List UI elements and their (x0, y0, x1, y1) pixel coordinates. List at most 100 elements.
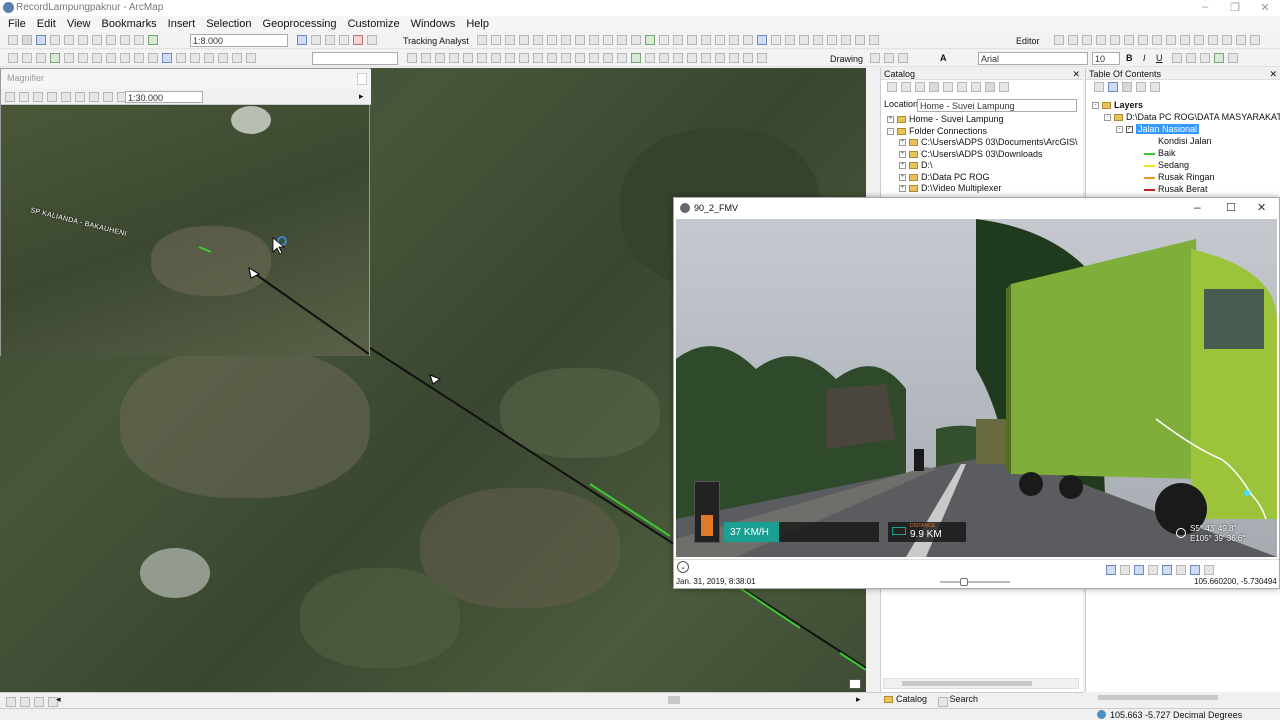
list-by-selection-icon[interactable] (1136, 82, 1146, 92)
select-features-icon[interactable] (120, 53, 130, 63)
cat-disconnect-icon[interactable] (957, 82, 967, 92)
add-data-icon[interactable] (148, 35, 158, 45)
edit-tool-4[interactable] (1096, 35, 1106, 45)
mag-zoom-in-icon[interactable] (5, 92, 15, 102)
edit-tool-7[interactable] (1138, 35, 1148, 45)
scale-combo[interactable]: 1:8.000 (190, 34, 288, 47)
arctoolbox-icon[interactable] (353, 35, 363, 45)
font-size-combo[interactable]: 10 (1092, 52, 1120, 65)
zoom-out-icon[interactable] (22, 53, 32, 63)
tool-a1[interactable] (407, 53, 417, 63)
tab-search[interactable]: Search (950, 694, 979, 704)
tool-a2[interactable] (421, 53, 431, 63)
line-color-icon[interactable] (1200, 53, 1210, 63)
tool-a4[interactable] (449, 53, 459, 63)
layers-frame[interactable]: - Layers (1092, 99, 1280, 111)
hyperlink-icon[interactable] (176, 53, 186, 63)
toc-layer[interactable]: - ✓ Jalan Nasional (1092, 123, 1280, 135)
mag-pan-icon[interactable] (33, 92, 43, 102)
menu-insert[interactable]: Insert (168, 16, 196, 30)
fill-color-icon[interactable] (1186, 53, 1196, 63)
expand-icon[interactable]: + (899, 150, 906, 158)
ta-tool-21[interactable] (771, 35, 781, 45)
edit-tool-13[interactable] (1222, 35, 1232, 45)
print-icon[interactable] (50, 35, 60, 45)
marker-color-icon[interactable] (1214, 53, 1224, 63)
collapse-icon[interactable]: - (887, 127, 894, 135)
mag-back-icon[interactable] (103, 92, 113, 102)
fmv-seek-track[interactable] (940, 581, 1010, 583)
data-view-icon[interactable] (6, 697, 16, 707)
fmv-player-window[interactable]: 90_2_FMV – ☐ ✕ 37 KM/H DISTANCE 9.9 KM S… (673, 197, 1280, 589)
cat-forward-icon[interactable] (901, 82, 911, 92)
fmv-frame-icon[interactable] (1148, 565, 1158, 575)
tool-a8[interactable] (505, 53, 515, 63)
fmv-close-icon[interactable]: ✕ (1257, 201, 1266, 214)
toc-hscroll[interactable] (1088, 693, 1278, 703)
tool-a11[interactable] (547, 53, 557, 63)
layout-view-icon[interactable] (20, 697, 30, 707)
tool-a21[interactable] (687, 53, 697, 63)
ta-tool-28[interactable] (869, 35, 879, 45)
expand-icon[interactable]: + (899, 139, 906, 147)
ta-tool-13[interactable] (659, 35, 669, 45)
catalog-hscroll[interactable] (883, 678, 1079, 689)
fmv-bookmark-icon[interactable] (1162, 565, 1172, 575)
ta-tool-7[interactable] (561, 35, 571, 45)
fixed-zoom-in-icon[interactable] (64, 53, 74, 63)
edit-tool-14[interactable] (1236, 35, 1246, 45)
copy-icon[interactable] (78, 35, 88, 45)
mag-refresh-icon[interactable] (61, 92, 71, 102)
ta-tool-15[interactable] (687, 35, 697, 45)
refresh-view-icon[interactable] (34, 697, 44, 707)
bold-button[interactable]: B (1126, 53, 1133, 63)
tool-a6[interactable] (477, 53, 487, 63)
delete-icon[interactable] (106, 35, 116, 45)
ta-tool-19[interactable] (743, 35, 753, 45)
ta-tool-4[interactable] (519, 35, 529, 45)
mag-zoom-out-icon[interactable] (19, 92, 29, 102)
save-icon[interactable] (36, 35, 46, 45)
python-icon[interactable] (367, 35, 377, 45)
catalog-item[interactable]: - Folder Connections (887, 126, 1083, 138)
fmv-maximize-icon[interactable]: ☐ (1226, 201, 1236, 214)
measure-icon[interactable] (204, 53, 214, 63)
tool-a24[interactable] (729, 53, 739, 63)
time-slider-icon[interactable] (246, 53, 256, 63)
font-color-icon[interactable] (1172, 53, 1182, 63)
edit-tool-11[interactable] (1194, 35, 1204, 45)
edit-tool-6[interactable] (1124, 35, 1134, 45)
html-popup-icon[interactable] (190, 53, 200, 63)
tool-a16[interactable] (617, 53, 627, 63)
catalog-item[interactable]: + D:\Data PC ROG (887, 172, 1083, 184)
toc-source-folder[interactable]: -D:\Data PC ROG\DATA MASYARAKAT\Data (1092, 111, 1280, 123)
ta-tool-25[interactable] (827, 35, 837, 45)
tool-a19[interactable] (659, 53, 669, 63)
pan-icon[interactable] (36, 53, 46, 63)
rotate-icon[interactable] (884, 53, 894, 63)
map-horizontal-scrollbar[interactable]: ◂ ▸ (0, 679, 880, 707)
draw-select-icon[interactable] (870, 53, 880, 63)
layer-visibility-checkbox[interactable]: ✓ (1126, 126, 1133, 134)
ta-tool-23[interactable] (799, 35, 809, 45)
rectangle-icon[interactable] (898, 53, 908, 63)
edit-tool-8[interactable] (1152, 35, 1162, 45)
fmv-zoom-icon[interactable] (1134, 565, 1144, 575)
tool-a14[interactable] (589, 53, 599, 63)
catalog-item[interactable]: + D:\ (887, 160, 1083, 172)
ta-tool-3[interactable] (505, 35, 515, 45)
fmv-sync-icon[interactable] (1176, 565, 1186, 575)
fmv-seek-thumb[interactable] (960, 578, 968, 586)
tool-a17[interactable] (631, 53, 641, 63)
list-by-visibility-icon[interactable] (1122, 82, 1132, 92)
tool-a9[interactable] (519, 53, 529, 63)
cat-up-icon[interactable] (915, 82, 925, 92)
edit-tool-10[interactable] (1180, 35, 1190, 45)
tool-a15[interactable] (603, 53, 613, 63)
cat-connect-icon[interactable] (943, 82, 953, 92)
collapse-icon[interactable]: - (1116, 126, 1123, 134)
text-tool[interactable]: A (940, 53, 947, 63)
cut-icon[interactable] (64, 35, 74, 45)
tool-a23[interactable] (715, 53, 725, 63)
menu-selection[interactable]: Selection (206, 16, 251, 30)
